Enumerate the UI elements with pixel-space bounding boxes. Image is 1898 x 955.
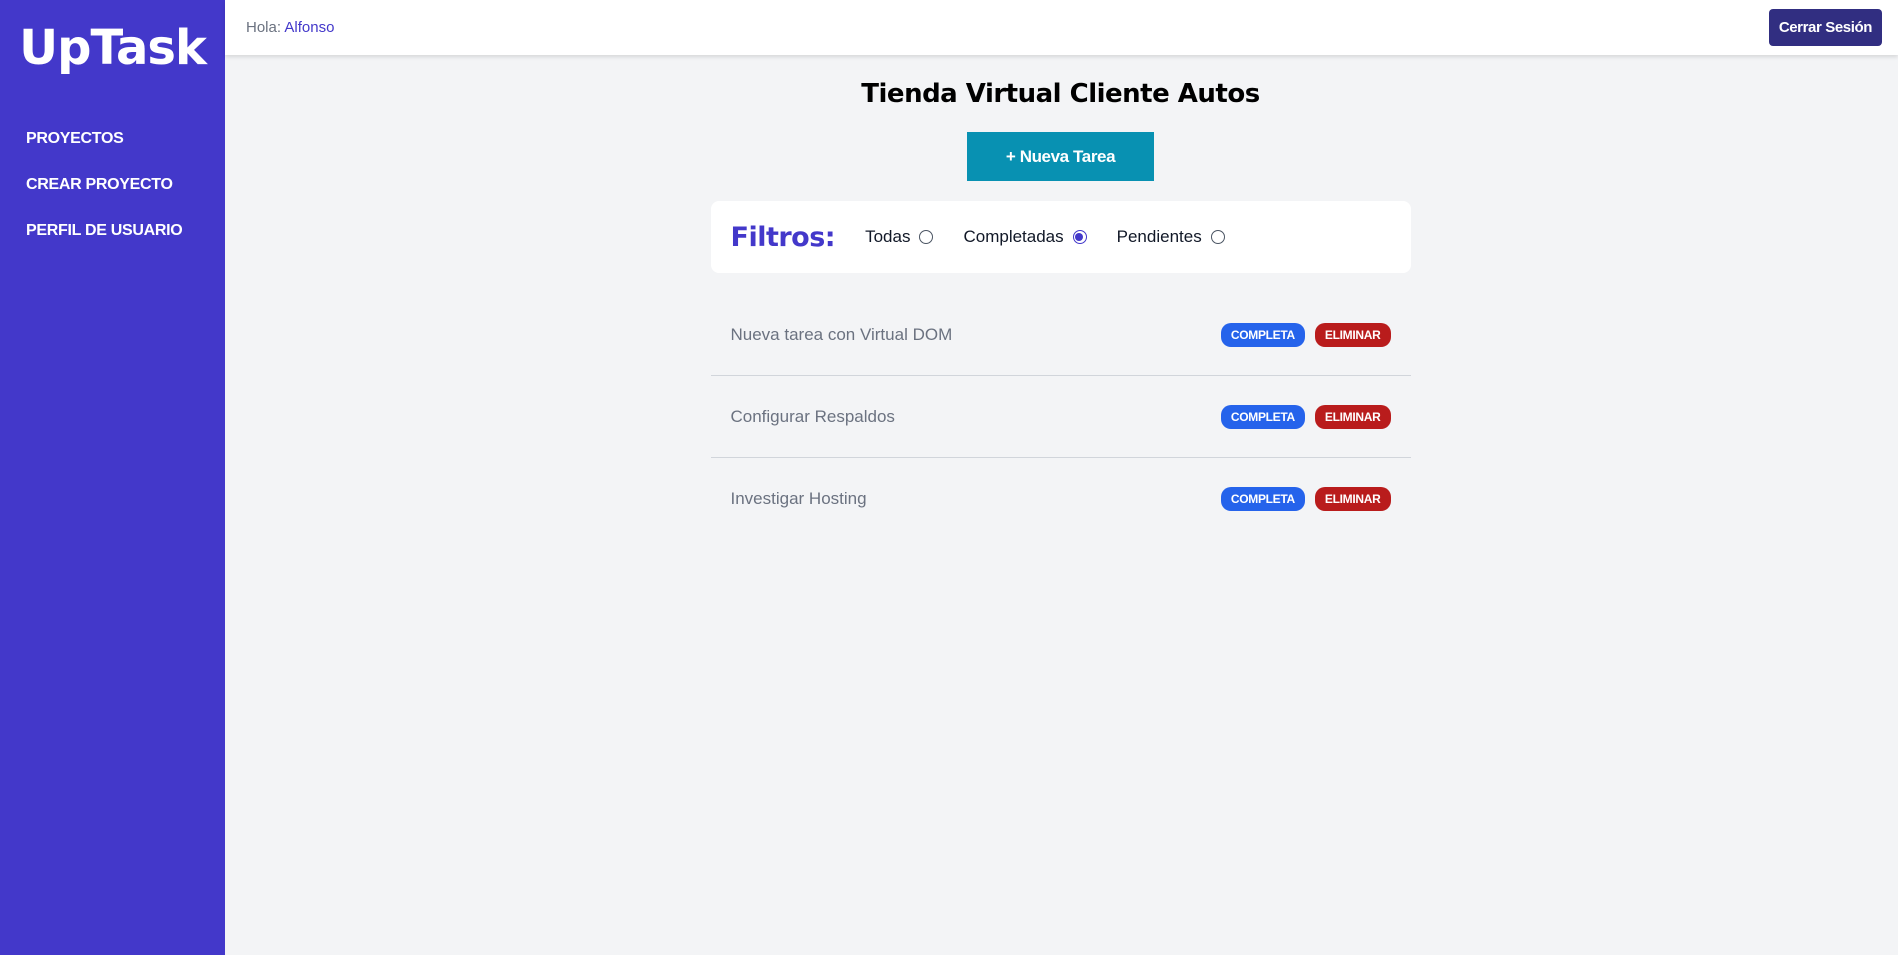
task-actions: Completa Eliminar [1211,487,1391,511]
filter-todas[interactable]: Todas [865,227,934,247]
sidebar-item-proyectos[interactable]: PROYECTOS [26,128,225,174]
task-item: Nueva tarea con Virtual DOM Completa Eli… [710,294,1411,376]
app: UpTask PROYECTOS CREAR PROYECTO PERFIL D… [0,0,1898,955]
page-title: Tienda Virtual Cliente Autos [861,79,1260,109]
filter-completadas-label: Completadas [963,227,1064,246]
filter-todas-label: Todas [865,227,911,246]
task-name[interactable]: Investigar Hosting [731,489,867,509]
task-actions: Completa Eliminar [1211,404,1391,429]
task-list: Nueva tarea con Virtual DOM Completa Eli… [710,294,1411,540]
task-status-button[interactable]: Completa [1220,404,1305,429]
task-delete-button[interactable]: Eliminar [1314,487,1391,511]
new-task-button[interactable]: + Nueva Tarea [967,132,1154,181]
task-delete-button[interactable]: Eliminar [1314,404,1391,429]
filter-completadas-radio[interactable] [1072,230,1087,244]
task-name[interactable]: Configurar Respaldos [731,407,895,427]
filters-title: Filtros: [730,221,836,253]
sidebar-item-crear-proyecto[interactable]: CREAR PROYECTO [26,174,225,220]
sidebar-item-perfil-usuario[interactable]: PERFIL DE USUARIO [26,220,225,266]
task-item: Investigar Hosting Completa Eliminar [711,458,1411,540]
project-content: Tienda Virtual Cliente Autos + Nueva Tar… [710,55,1411,540]
task-item: Configurar Respaldos Completa Eliminar [710,376,1411,458]
filter-pendientes[interactable]: Pendientes [1117,227,1225,247]
task-name[interactable]: Nueva tarea con Virtual DOM [731,325,953,345]
logout-button[interactable]: Cerrar Sesión [1768,9,1882,46]
top-bar: Hola: Alfonso Cerrar Sesión [225,0,1898,55]
app-logo: UpTask [19,20,207,76]
task-status-button[interactable]: Completa [1220,322,1305,347]
filter-completadas[interactable]: Completadas [963,227,1087,247]
greeting-label: Hola: [246,19,282,36]
sidebar: UpTask PROYECTOS CREAR PROYECTO PERFIL D… [0,0,225,955]
filter-pendientes-label: Pendientes [1116,227,1202,246]
filters-panel: Filtros: Todas Completadas Pendientes [710,201,1411,273]
filter-todas-radio[interactable] [919,230,934,244]
filter-pendientes-radio[interactable] [1210,230,1225,244]
task-delete-button[interactable]: Eliminar [1314,322,1391,347]
sidebar-nav: PROYECTOS CREAR PROYECTO PERFIL DE USUAR… [0,128,225,266]
new-task-container: + Nueva Tarea [711,132,1411,181]
task-actions: Completa Eliminar [1211,322,1391,347]
task-status-button[interactable]: Completa [1220,487,1305,511]
user-greeting: Hola: Alfonso [246,19,334,36]
username: Alfonso [284,19,335,36]
main-area: Hola: Alfonso Cerrar Sesión Tienda Virtu… [225,0,1898,955]
